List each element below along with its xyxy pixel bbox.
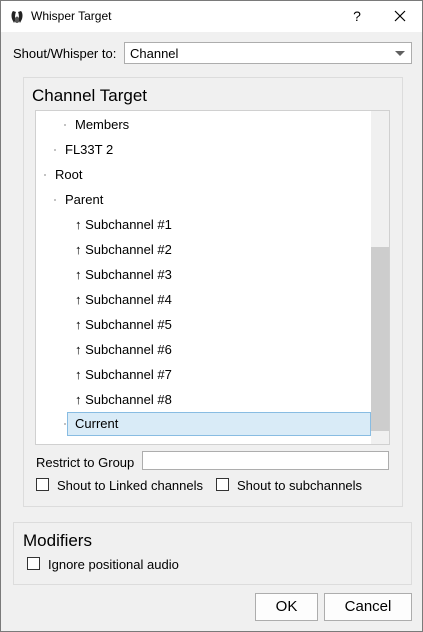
tree-bullet-icon	[64, 124, 66, 126]
tree-item-label: ↑ Subchannel #2	[75, 242, 172, 257]
tree-item-label: FL33T 2	[65, 142, 114, 157]
whisper-target-dialog: Whisper Target ? Shout/Whisper to: Chann…	[0, 0, 423, 632]
close-icon[interactable]	[389, 5, 411, 27]
tree-item-root[interactable]: Root	[36, 162, 370, 187]
restrict-group-label: Restrict to Group	[36, 455, 135, 470]
cancel-button[interactable]: Cancel	[324, 593, 412, 621]
help-button[interactable]: ?	[346, 5, 368, 27]
tree-item-subchannel-7[interactable]: ↑ Subchannel #7	[36, 362, 370, 387]
tree-item-label: Parent	[65, 192, 104, 207]
tree-item-members[interactable]: Members	[36, 112, 370, 137]
scrollbar-thumb[interactable]	[371, 247, 389, 431]
chevron-down-icon	[395, 51, 405, 56]
tree-bullet-icon	[54, 149, 56, 151]
shout-linked-checkbox[interactable]	[36, 478, 49, 491]
restrict-group-input[interactable]	[142, 451, 389, 470]
tree-item-label: ↑ Subchannel #1	[75, 217, 172, 232]
tree-item-parent[interactable]: Parent	[36, 187, 370, 212]
tree-bullet-icon	[64, 423, 66, 425]
tree-item-subchannel-1[interactable]: ↑ Subchannel #1	[36, 212, 370, 237]
tree-item-label: Root	[55, 167, 83, 182]
ignore-positional-checkbox[interactable]	[27, 557, 40, 570]
tree-item-subchannel-8[interactable]: ↑ Subchannel #8	[36, 387, 370, 412]
tree-item-subchannel-3[interactable]: ↑ Subchannel #3	[36, 262, 370, 287]
tree-item-label: ↑ Subchannel #6	[75, 342, 172, 357]
mumble-app-icon	[11, 11, 23, 23]
shout-whisper-label: Shout/Whisper to:	[13, 46, 117, 61]
channel-tree[interactable]: Members FL33T 2 Root Parent ↑ Subchannel…	[35, 110, 390, 445]
tree-item-label: ↑ Subchannel #4	[75, 292, 172, 307]
tree-item-label: ↑ Subchannel #3	[75, 267, 172, 282]
tree-item-label: ↑ Subchannel #5	[75, 317, 172, 332]
title-bar: Whisper Target ?	[1, 1, 422, 32]
shout-whisper-select[interactable]: Channel	[124, 42, 412, 64]
tree-scrollbar[interactable]	[371, 111, 389, 444]
modifiers-title: Modifiers	[23, 531, 92, 550]
shout-linked-label: Shout to Linked channels	[57, 478, 203, 493]
tree-item-label: ↑ Subchannel #8	[75, 392, 172, 407]
tree-item-subchannel-6[interactable]: ↑ Subchannel #6	[36, 337, 370, 362]
window-title: Whisper Target	[31, 9, 112, 23]
tree-item-fl33t2[interactable]: FL33T 2	[36, 137, 370, 162]
tree-item-subchannel-5[interactable]: ↑ Subchannel #5	[36, 312, 370, 337]
shout-subchannels-checkbox[interactable]	[216, 478, 229, 491]
tree-bullet-icon	[54, 199, 56, 201]
ok-button[interactable]: OK	[255, 593, 318, 621]
tree-item-label: Current	[75, 416, 119, 431]
tree-item-subchannel-4[interactable]: ↑ Subchannel #4	[36, 287, 370, 312]
tree-item-current[interactable]: Current	[36, 411, 371, 436]
ignore-positional-label: Ignore positional audio	[48, 557, 179, 572]
tree-bullet-icon	[44, 174, 46, 176]
shout-whisper-value: Channel	[130, 46, 179, 61]
modifiers-group: Modifiers	[13, 522, 412, 585]
tree-item-subchannel-2[interactable]: ↑ Subchannel #2	[36, 237, 370, 262]
tree-item-label: ↑ Subchannel #7	[75, 367, 172, 382]
tree-item-label: Members	[75, 117, 130, 132]
channel-target-title: Channel Target	[32, 86, 147, 105]
shout-subchannels-label: Shout to subchannels	[237, 478, 363, 493]
